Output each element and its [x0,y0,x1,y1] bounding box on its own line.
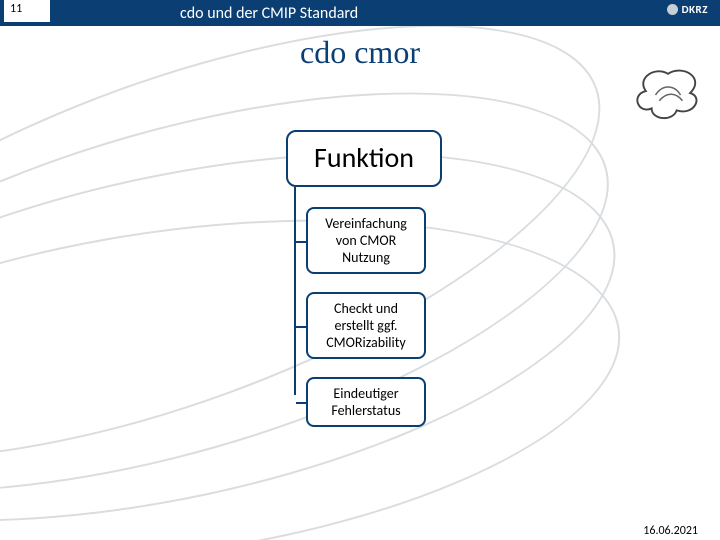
content-area: cdo cmor Funktion Vereinfachung von CMOR… [0,34,720,540]
slide-number: 11 [4,0,50,22]
diagram: Funktion Vereinfachung von CMOR Nutzung … [284,130,464,427]
diagram-sub-node: Checkt und erstellt ggf. CMORizability [306,292,426,359]
diagram-main-node: Funktion [286,130,442,187]
header-bar: 11 cdo und der CMIP Standard DKRZ [0,0,720,26]
diagram-sub-node: Vereinfachung von CMOR Nutzung [306,207,426,274]
date-text: 16.06.2021 [643,524,698,538]
logo-text: DKRZ [682,3,708,16]
logo: DKRZ [667,3,708,16]
header-title: cdo und der CMIP Standard [180,4,358,23]
logo-icon [667,4,678,15]
cloud-icon [634,68,702,120]
diagram-sub-node: Eindeutiger Fehlerstatus [306,377,426,427]
diagram-branch: Vereinfachung von CMOR Nutzung Checkt un… [306,207,464,427]
page-title: cdo cmor [0,34,720,71]
